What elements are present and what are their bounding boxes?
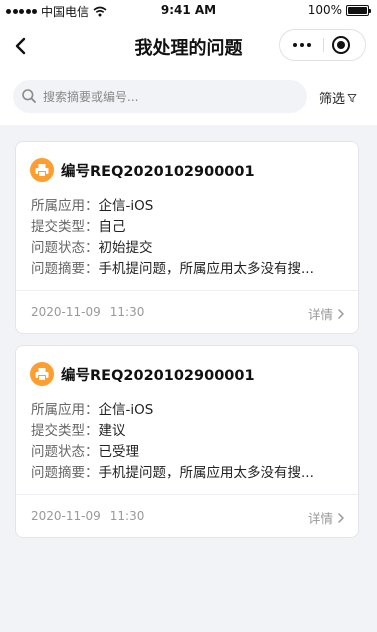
- card-info: 所属应用：企信-iOS 提交类型：自己 问题状态：初始提交 问题摘要：手机提问题…: [31, 196, 341, 280]
- card-date: 2020-11-09: [31, 305, 101, 319]
- mini-program-capsule: [279, 29, 366, 61]
- nav-bar: 我处理的问题: [0, 22, 377, 70]
- field-label: 问题状态: [31, 240, 85, 256]
- printer-icon: [35, 164, 49, 177]
- battery-icon: [346, 4, 371, 16]
- chevron-right-icon: [338, 512, 344, 523]
- field-app: 所属应用：企信-iOS: [31, 198, 154, 214]
- field-label: 问题摘要: [31, 261, 85, 277]
- card-date: 2020-11-09: [31, 509, 101, 523]
- card-time: 11:30: [109, 509, 145, 523]
- field-label: 所属应用: [31, 198, 85, 214]
- field-status: 问题状态：已受理: [31, 444, 140, 460]
- filter-icon: [347, 93, 357, 102]
- field-value: 自己: [98, 219, 126, 235]
- field-value: 已受理: [98, 444, 140, 460]
- card-divider: [16, 494, 358, 495]
- card-info: 所属应用：企信-iOS 提交类型：建议 问题状态：已受理 问题摘要：手机提问题，…: [31, 400, 341, 484]
- field-label: 提交类型: [31, 219, 85, 235]
- field-summary: 问题摘要：手机提问题，所属应用太多没有搜...: [31, 261, 314, 277]
- search-box[interactable]: [13, 80, 307, 113]
- detail-label: 详情: [307, 307, 333, 322]
- filter-label: 筛选: [319, 92, 346, 107]
- search-icon: [22, 89, 36, 103]
- card-timestamp: 2020-11-09 11:30: [31, 305, 144, 319]
- search-bar: 筛选: [0, 70, 377, 125]
- card-number: 编号REQ2020102900001: [61, 163, 255, 180]
- chevron-right-icon: [338, 308, 344, 319]
- field-value: 企信-iOS: [98, 198, 154, 214]
- field-value: 建议: [98, 423, 126, 439]
- field-value: 企信-iOS: [98, 402, 154, 418]
- card-timestamp: 2020-11-09 11:30: [31, 509, 144, 523]
- filter-button[interactable]: 筛选: [319, 88, 357, 107]
- card-time: 11:30: [109, 305, 145, 319]
- card-number: 编号REQ2020102900001: [61, 367, 255, 384]
- status-bar: 中国电信 9:41 AM 100%: [0, 0, 377, 22]
- more-dots-icon[interactable]: [280, 30, 323, 60]
- card-badge: [30, 158, 54, 182]
- field-type: 提交类型：自己: [31, 219, 126, 235]
- field-label: 问题摘要: [31, 465, 85, 481]
- field-label: 提交类型: [31, 423, 85, 439]
- detail-link[interactable]: 详情: [308, 508, 347, 527]
- field-summary: 问题摘要：手机提问题，所属应用太多没有搜...: [31, 465, 314, 481]
- detail-link[interactable]: 详情: [308, 304, 347, 323]
- field-label: 所属应用: [31, 402, 85, 418]
- battery-percent: 100%: [307, 3, 342, 17]
- capsule-divider: [323, 38, 324, 52]
- close-circle-icon[interactable]: [332, 36, 350, 54]
- search-input[interactable]: [43, 80, 298, 113]
- field-label: 问题状态: [31, 444, 85, 460]
- field-app: 所属应用：企信-iOS: [31, 402, 154, 418]
- field-status: 问题状态：初始提交: [31, 240, 153, 256]
- card-divider: [16, 290, 358, 291]
- field-value: 手机提问题，所属应用太多没有搜...: [98, 261, 314, 277]
- card-badge: [30, 362, 54, 386]
- card-header: 编号REQ2020102900001: [30, 158, 255, 182]
- printer-icon: [35, 368, 49, 381]
- field-value: 初始提交: [98, 240, 153, 256]
- issue-card[interactable]: 编号REQ2020102900001 所属应用：企信-iOS 提交类型：建议 问…: [15, 345, 359, 538]
- field-value: 手机提问题，所属应用太多没有搜...: [98, 465, 314, 481]
- card-header: 编号REQ2020102900001: [30, 362, 255, 386]
- field-type: 提交类型：建议: [31, 423, 126, 439]
- status-right: 100%: [307, 3, 371, 17]
- issue-card[interactable]: 编号REQ2020102900001 所属应用：企信-iOS 提交类型：自己 问…: [15, 141, 359, 334]
- detail-label: 详情: [307, 511, 333, 526]
